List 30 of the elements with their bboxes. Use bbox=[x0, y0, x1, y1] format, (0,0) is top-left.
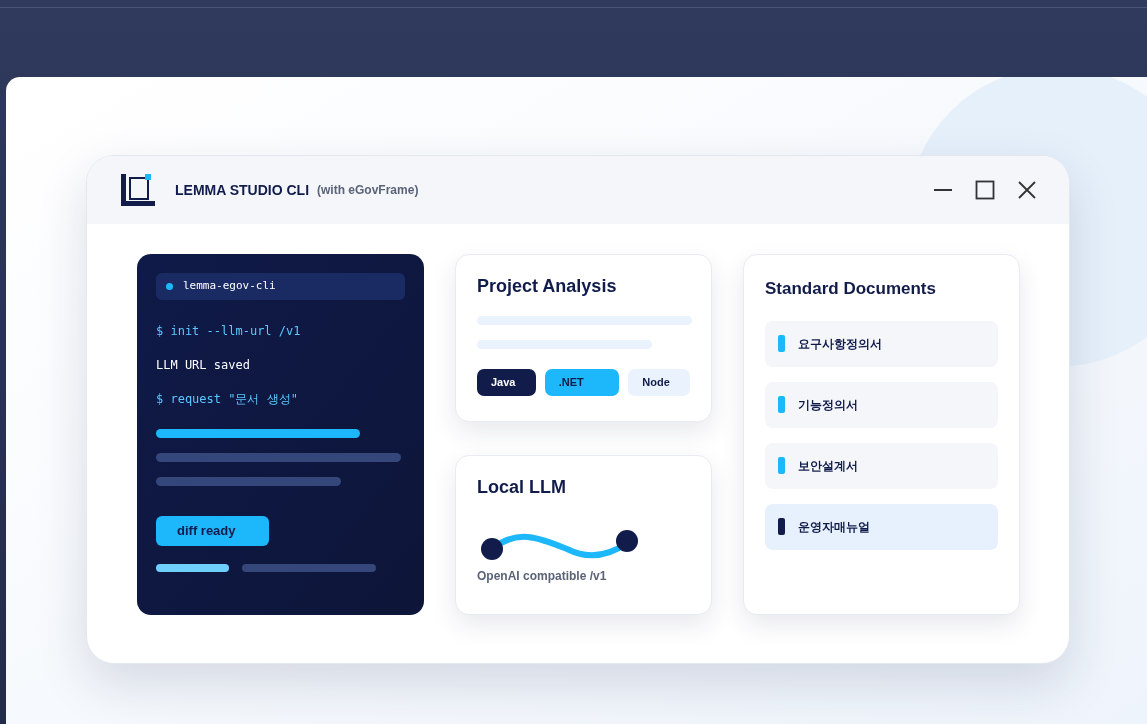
document-marker-icon bbox=[778, 396, 785, 413]
document-marker-icon bbox=[778, 457, 785, 474]
document-item[interactable]: 보안설계서 bbox=[765, 442, 998, 489]
card-title: Project Analysis bbox=[477, 275, 618, 298]
document-label: 보안설계서 bbox=[798, 457, 858, 475]
command-line: $ init --llm-url /v1 bbox=[156, 323, 302, 340]
maximize-icon[interactable] bbox=[975, 180, 995, 200]
framework-tag: .NET bbox=[544, 369, 620, 396]
document-label: 요구사항정의서 bbox=[798, 335, 882, 353]
close-icon[interactable] bbox=[1017, 180, 1037, 200]
framework-tag: Java bbox=[477, 369, 536, 396]
command-line: $ request "문서 생성" bbox=[156, 391, 299, 408]
status-badge: diff ready bbox=[156, 516, 269, 546]
document-item[interactable]: 운영자매뉴얼 bbox=[765, 503, 998, 550]
card-title: Standard Documents bbox=[765, 278, 937, 300]
window-subtitle: (with eGovFrame) bbox=[317, 182, 419, 199]
document-item[interactable]: 요구사항정의서 bbox=[765, 320, 998, 367]
card-title: Local LLM bbox=[477, 476, 567, 499]
document-marker-icon bbox=[778, 518, 785, 535]
terminal-tab[interactable]: lemma-egov-cli bbox=[156, 273, 405, 300]
document-label: 운영자매뉴얼 bbox=[798, 518, 870, 536]
document-marker-icon bbox=[778, 335, 785, 352]
framework-tag: Node bbox=[628, 369, 690, 396]
document-label: 기능정의서 bbox=[798, 396, 858, 414]
logo-icon bbox=[119, 172, 155, 208]
terminal-tab-label: lemma-egov-cli bbox=[183, 278, 276, 295]
window-title: LEMMA STUDIO CLI bbox=[175, 180, 310, 200]
document-item[interactable]: 기능정의서 bbox=[765, 381, 998, 428]
output-line: LLM URL saved bbox=[156, 357, 251, 374]
card-caption: OpenAI compatible /v1 bbox=[477, 568, 608, 585]
